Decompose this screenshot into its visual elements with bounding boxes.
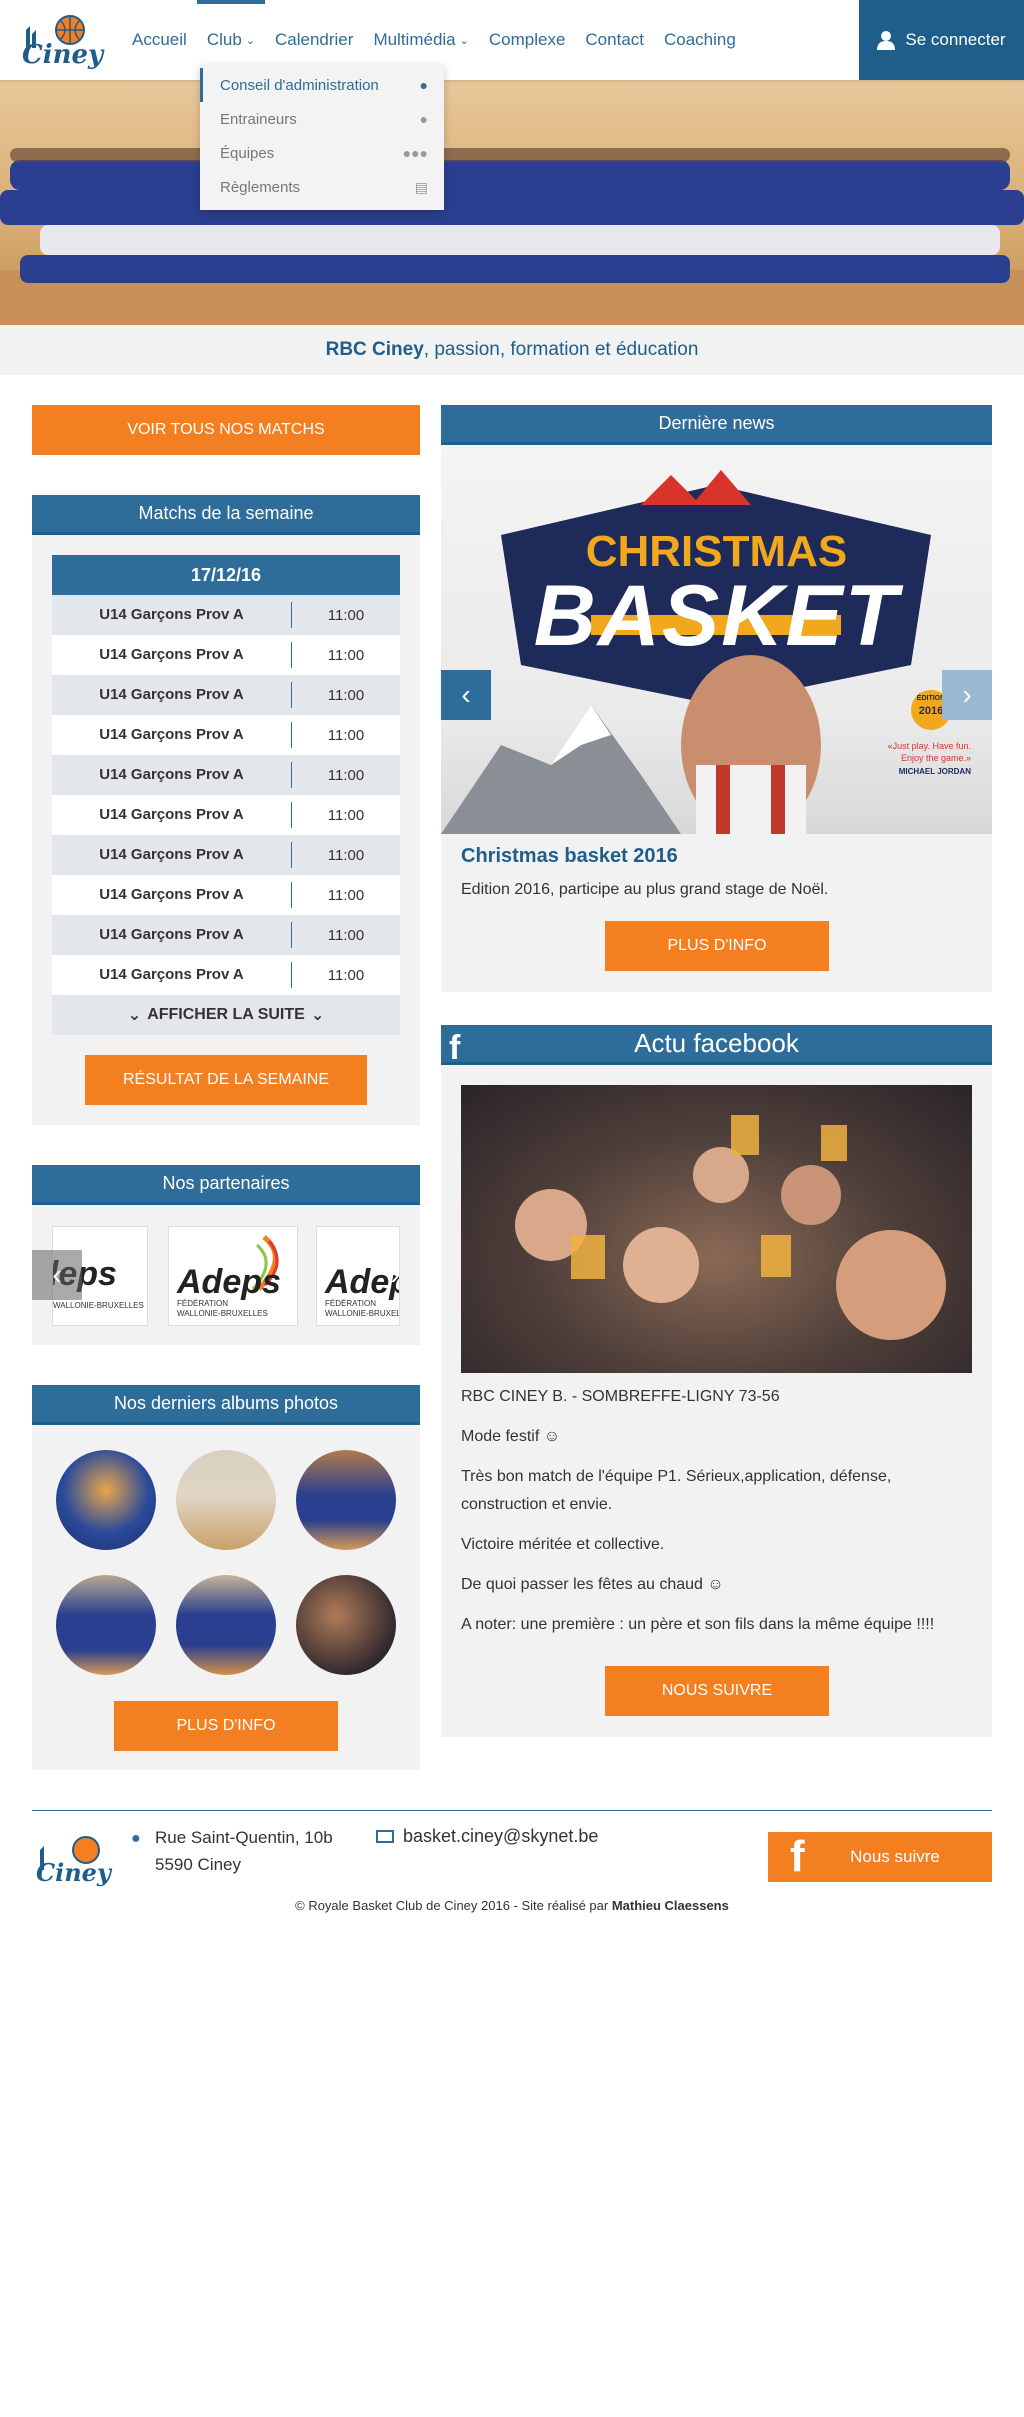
footer-logo[interactable]: Ciney	[32, 1830, 112, 1890]
nav-complexe[interactable]: Complexe	[479, 0, 576, 80]
partners-prev-button[interactable]: ‹	[32, 1250, 82, 1300]
site-header: Ciney Accueil Club ⌄ Calendrier Multimédi…	[0, 0, 1024, 80]
news-panel-title: Dernière news	[441, 405, 992, 445]
party-photo	[515, 1115, 946, 1340]
logo-text: Ciney	[22, 40, 104, 70]
news-panel: Dernière news CHRISTMAS BASKET ÉDITION 2…	[441, 405, 992, 992]
user-icon: ●	[419, 77, 428, 93]
nav-contact[interactable]: Contact	[575, 0, 654, 80]
news-next-button[interactable]: ›	[942, 670, 992, 720]
news-prev-button[interactable]: ‹	[441, 670, 491, 720]
mail-icon	[376, 1830, 394, 1843]
club-logo[interactable]: Ciney	[18, 8, 103, 72]
table-row[interactable]: U14 Garçons Prov A 11:00	[52, 875, 400, 915]
footer-address-line1: Rue Saint-Quentin, 10b	[155, 1828, 333, 1847]
footer-copyright: © Royale Basket Club de Ciney 2016 - Sit…	[295, 1898, 729, 1913]
partners-title: Nos partenaires	[32, 1165, 420, 1205]
hero-tagline: RBC Ciney, passion, formation et éducati…	[0, 325, 1024, 375]
footer-address-line2: 5590 Ciney	[155, 1855, 242, 1874]
facebook-panel-title: f Actu facebook	[441, 1025, 992, 1067]
document-icon: ▤	[414, 178, 428, 195]
album-thumbnail[interactable]	[176, 1575, 276, 1675]
table-row[interactable]: U14 Garçons Prov A 11:00	[52, 915, 400, 955]
table-row[interactable]: U14 Garçons Prov A 11:00	[52, 955, 400, 995]
news-title[interactable]: Christmas basket 2016	[461, 845, 678, 868]
banner-quote-line2: Enjoy the game.»	[900, 753, 971, 763]
matches-table: 17/12/16 U14 Garçons Prov A 11:00 U14 Gar…	[52, 555, 400, 1035]
chevron-down-icon: ⌄	[310, 1007, 325, 1024]
team-photo-image	[0, 148, 1024, 325]
hero-team-photo	[0, 80, 1024, 325]
week-matches-title: Matchs de la semaine	[32, 495, 420, 535]
table-row[interactable]: U14 Garçons Prov A 11:00	[52, 595, 400, 635]
login-button[interactable]: Se connecter	[859, 0, 1024, 80]
album-thumbnail[interactable]	[176, 1450, 276, 1550]
table-row[interactable]: U14 Garçons Prov A 11:00	[52, 835, 400, 875]
nav-accueil[interactable]: Accueil	[122, 0, 197, 80]
footer-email[interactable]: basket.ciney@skynet.be	[403, 1826, 598, 1847]
footer-follow-button[interactable]: f Nous suivre	[768, 1832, 992, 1882]
show-more-button[interactable]: ⌄ AFFICHER LA SUITE ⌄	[52, 995, 400, 1035]
match-rows: U14 Garçons Prov A 11:00 U14 Garçons Prov…	[52, 595, 400, 995]
album-thumbnail[interactable]	[56, 1450, 156, 1550]
group-icon: ●●●	[402, 145, 428, 161]
chevron-down-icon: ⌄	[459, 34, 469, 47]
week-results-button[interactable]: RÉSULTAT DE LA SEMAINE	[85, 1055, 367, 1105]
facebook-icon: f	[790, 1832, 805, 1881]
matches-date: 17/12/16	[52, 555, 400, 595]
menu-entraineurs[interactable]: Entraineurs ●	[200, 102, 444, 136]
facebook-icon: f	[449, 1029, 461, 1067]
table-row[interactable]: U14 Garçons Prov A 11:00	[52, 635, 400, 675]
table-row[interactable]: U14 Garçons Prov A 11:00	[52, 755, 400, 795]
chevron-down-icon: ⌄	[127, 1007, 142, 1024]
footer-divider	[32, 1810, 992, 1811]
nav-coaching[interactable]: Coaching	[654, 0, 746, 80]
facebook-panel: f Actu facebook RBC CINEY B. - SOMBREFFE…	[441, 1025, 992, 1737]
album-thumbnail[interactable]	[296, 1450, 396, 1550]
album-thumbnail[interactable]	[56, 1575, 156, 1675]
banner-quote-line1: «Just play. Have fun.	[887, 741, 971, 751]
user-icon: ●	[419, 111, 428, 127]
club-dropdown: Conseil d'administration ● Entraineurs ● É…	[200, 64, 444, 210]
albums-title: Nos derniers albums photos	[32, 1385, 420, 1425]
partner-logo-adeps[interactable]: Adeps FÉDÉRATION WALLONIE-BRUXELLES	[168, 1226, 298, 1326]
menu-equipes[interactable]: Équipes ●●●	[200, 136, 444, 170]
facebook-post-text: RBC CINEY B. - SOMBREFFE-LIGNY 73-56 Mod…	[461, 1388, 935, 1633]
menu-reglements[interactable]: Règlements ▤	[200, 170, 444, 204]
user-icon	[877, 31, 896, 50]
album-thumbnail[interactable]	[296, 1575, 396, 1675]
map-pin-icon: ●	[131, 1830, 141, 1847]
news-more-button[interactable]: PLUS D'INFO	[605, 921, 829, 971]
facebook-follow-button[interactable]: NOUS SUIVRE	[605, 1666, 829, 1716]
chevron-down-icon: ⌄	[245, 34, 255, 47]
news-excerpt: Edition 2016, participe au plus grand st…	[461, 881, 829, 898]
partners-next-button[interactable]: ›	[370, 1250, 420, 1300]
footer-logo-text: Ciney	[36, 1858, 111, 1887]
table-row[interactable]: U14 Garçons Prov A 11:00	[52, 795, 400, 835]
banner-quote-author: MICHAEL JORDAN	[898, 767, 971, 776]
albums-more-button[interactable]: PLUS D'INFO	[114, 1701, 338, 1751]
banner-line2: BASKET	[533, 568, 900, 664]
facebook-post-image[interactable]	[461, 1085, 972, 1373]
menu-conseil[interactable]: Conseil d'administration ●	[200, 68, 444, 102]
all-matches-button[interactable]: VOIR TOUS NOS MATCHS	[32, 405, 420, 455]
news-image[interactable]: CHRISTMAS BASKET ÉDITION 2016 «Just play…	[441, 445, 992, 834]
table-row[interactable]: U14 Garçons Prov A 11:00	[52, 715, 400, 755]
table-row[interactable]: U14 Garçons Prov A 11:00	[52, 675, 400, 715]
week-matches-panel: Matchs de la semaine 17/12/16 U14 Garçon…	[32, 495, 420, 1125]
